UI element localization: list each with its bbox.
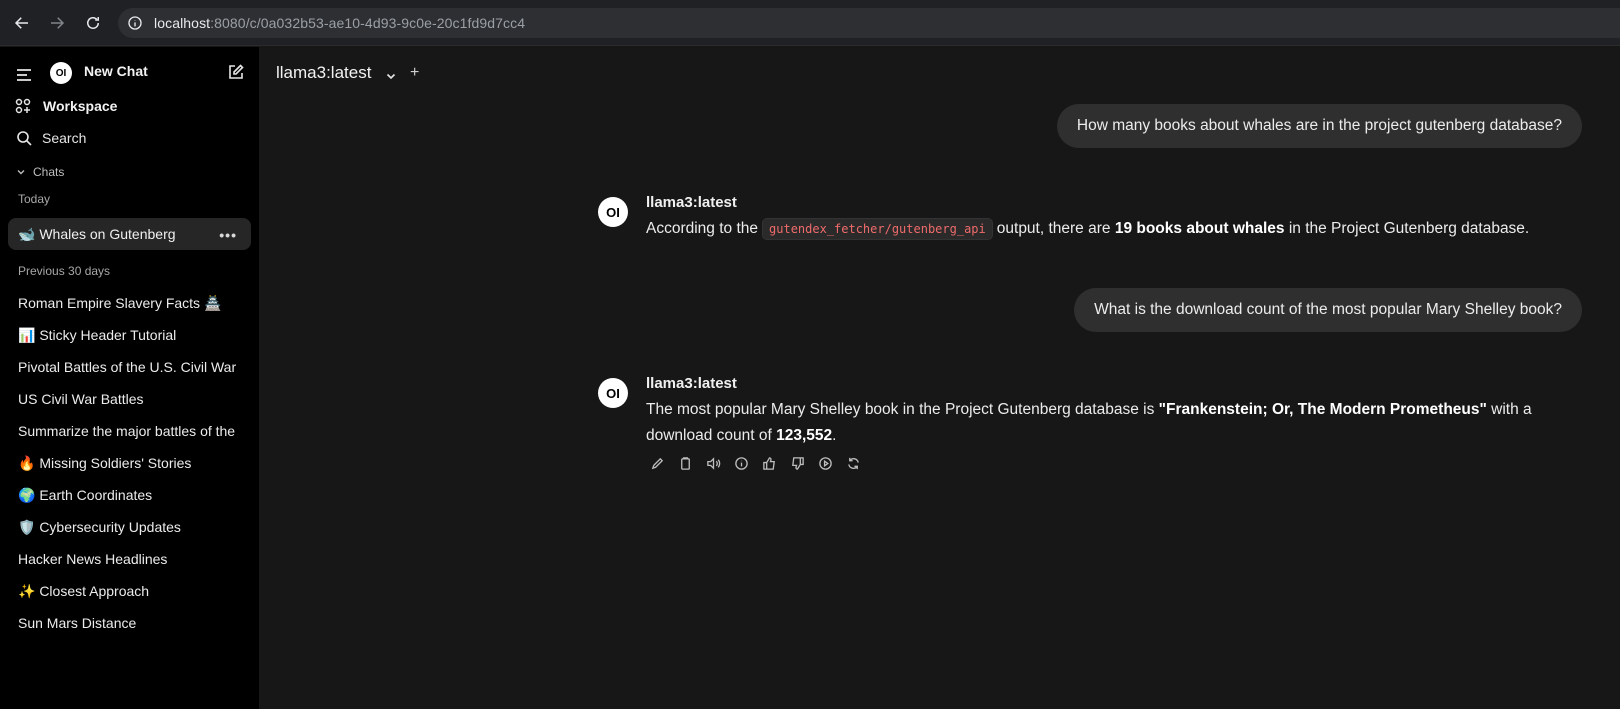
sidebar-chat-item[interactable]: Pivotal Battles of the U.S. Civil War xyxy=(18,351,242,383)
workspace-icon xyxy=(14,97,32,115)
code-chip: gutendex_fetcher/gutenberg_api xyxy=(762,218,993,240)
workspace-link[interactable]: Workspace xyxy=(43,98,117,114)
url-text: localhost:8080/c/0a032b53-ae10-4d93-9c0e… xyxy=(154,15,526,31)
sidebar-chat-item[interactable]: 🔥 Missing Soldiers' Stories xyxy=(18,447,242,479)
back-icon[interactable] xyxy=(9,10,35,36)
assistant-message-text: According to the gutendex_fetcher/gutenbe… xyxy=(646,216,1586,242)
sidebar-chat-item[interactable]: Sun Mars Distance xyxy=(18,607,242,639)
chat-main: llama3:latest + How many books about wha… xyxy=(259,47,1620,709)
assistant-avatar: OI xyxy=(598,197,628,227)
chat-history-list: Roman Empire Slavery Facts 🏯 📊 Sticky He… xyxy=(18,287,242,639)
active-chat-label: 🐋 Whales on Gutenberg xyxy=(18,226,176,242)
info-icon[interactable] xyxy=(730,452,752,474)
app-logo[interactable]: OI xyxy=(50,62,72,84)
assistant-message-text: The most popular Mary Shelley book in th… xyxy=(646,401,1532,444)
chevron-down-icon[interactable] xyxy=(385,69,397,81)
new-chat-edit-icon[interactable] xyxy=(226,62,246,82)
thumbs-down-icon[interactable] xyxy=(786,452,808,474)
copy-icon[interactable] xyxy=(674,452,696,474)
sidebar-chat-item[interactable]: ✨ Closest Approach xyxy=(18,575,242,607)
message-actions xyxy=(646,452,864,474)
sidebar: OI New Chat Workspace Search Chats Today… xyxy=(0,47,259,709)
sidebar-item-active-chat[interactable]: 🐋 Whales on Gutenberg ••• xyxy=(8,218,251,250)
model-selector[interactable]: llama3:latest xyxy=(276,63,371,83)
search-link[interactable]: Search xyxy=(42,130,86,146)
more-options-icon[interactable]: ••• xyxy=(219,227,237,243)
assistant-avatar: OI xyxy=(598,378,628,408)
thumbs-up-icon[interactable] xyxy=(758,452,780,474)
address-bar[interactable]: localhost:8080/c/0a032b53-ae10-4d93-9c0e… xyxy=(118,8,1620,38)
speaker-icon[interactable] xyxy=(702,452,724,474)
play-icon[interactable] xyxy=(814,452,836,474)
site-info-icon[interactable] xyxy=(124,12,146,34)
sidebar-chat-item[interactable]: 📊 Sticky Header Tutorial xyxy=(18,319,242,351)
sidebar-chat-item[interactable]: 🛡️ Cybersecurity Updates xyxy=(18,511,242,543)
reload-icon[interactable] xyxy=(80,10,106,36)
previous-30-days-header: Previous 30 days xyxy=(18,264,111,278)
search-icon xyxy=(15,129,33,147)
assistant-name: llama3:latest xyxy=(646,375,737,392)
today-header: Today xyxy=(18,192,51,206)
user-message: What is the download count of the most p… xyxy=(1074,288,1582,332)
user-message: How many books about whales are in the p… xyxy=(1056,104,1582,148)
edit-icon[interactable] xyxy=(646,452,668,474)
sidebar-chat-item[interactable]: US Civil War Battles xyxy=(18,383,242,415)
forward-icon[interactable] xyxy=(44,10,70,36)
sidebar-chat-item[interactable]: Summarize the major battles of the xyxy=(18,415,242,447)
new-chat-label[interactable]: New Chat xyxy=(84,63,148,79)
sidebar-chat-item[interactable]: 🌍 Earth Coordinates xyxy=(18,479,242,511)
sidebar-chat-item[interactable]: Roman Empire Slavery Facts 🏯 xyxy=(18,287,242,319)
add-model-button[interactable]: + xyxy=(410,64,419,82)
regenerate-icon[interactable] xyxy=(842,452,864,474)
chats-section-header[interactable]: Chats xyxy=(33,165,64,179)
browser-toolbar: localhost:8080/c/0a032b53-ae10-4d93-9c0e… xyxy=(0,0,1620,46)
sidebar-chat-item[interactable]: Hacker News Headlines xyxy=(18,543,242,575)
menu-icon[interactable] xyxy=(14,65,34,85)
assistant-name: llama3:latest xyxy=(646,194,737,211)
chevron-down-icon[interactable] xyxy=(16,167,26,177)
